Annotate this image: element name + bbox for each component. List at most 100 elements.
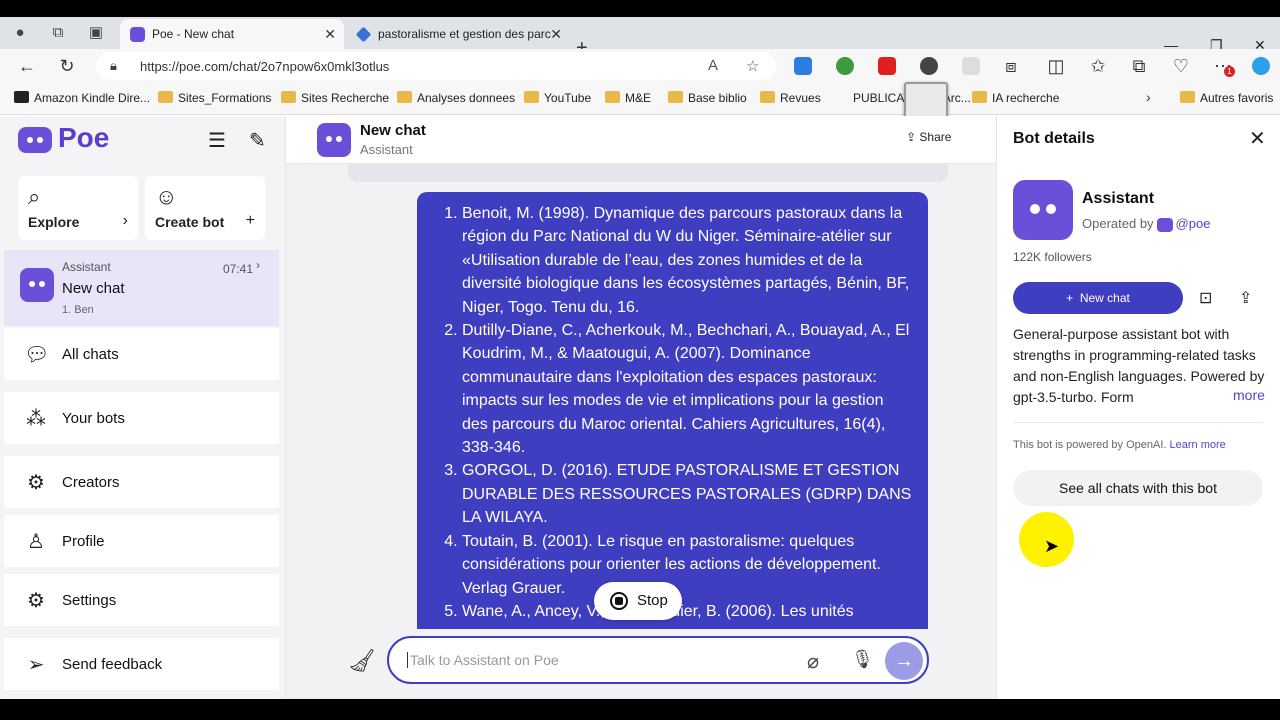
input-placeholder[interactable]: Talk to Assistant on Poe	[407, 652, 559, 668]
folder-icon	[972, 91, 987, 103]
close-tab-icon[interactable]: ✕	[550, 19, 562, 49]
attach-icon[interactable]: ⌀	[807, 649, 819, 674]
read-aloud-icon[interactable]: A	[708, 57, 718, 74]
back-icon[interactable]: ←	[16, 55, 38, 77]
bookmark-folder[interactable]: IA recherche	[972, 91, 1059, 105]
puzzle-icon[interactable]: ⧈	[1000, 55, 1022, 77]
nav-settings[interactable]: ⚙ Settings	[4, 574, 279, 630]
bookmark-folder[interactable]: Sites Recherche	[281, 91, 389, 105]
explore-tile[interactable]: ⌕ Explore ›	[18, 176, 138, 240]
bookmark-folder[interactable]: Base biblio	[668, 91, 747, 105]
nav-creators[interactable]: ⚙︎ Creators	[4, 456, 279, 512]
folder-icon	[158, 91, 173, 103]
create-bot-icon: ☺	[155, 184, 178, 209]
share-button[interactable]: ⇪ Share	[906, 130, 951, 144]
stop-button[interactable]: Stop	[594, 582, 682, 620]
nav-all-chats[interactable]: 💬︎ All chats	[4, 328, 279, 384]
extension-icon[interactable]	[920, 57, 938, 75]
chats-icon: 💬︎	[24, 344, 50, 366]
bookmark-item[interactable]: Amazon Kindle Dire...	[14, 91, 150, 105]
creators-icon: ⚙︎	[27, 472, 45, 494]
extension-icon[interactable]	[878, 57, 896, 75]
extension-icon[interactable]	[962, 57, 980, 75]
operated-by-label: Operated by	[1082, 216, 1154, 231]
create-bot-tile[interactable]: ☺ Create bot +	[145, 176, 265, 240]
divider	[1013, 422, 1263, 423]
nav-send-feedback[interactable]: ➢ Send feedback	[4, 638, 279, 694]
workspaces-icon[interactable]: ⧉	[48, 23, 68, 43]
plus-icon: +	[245, 212, 255, 229]
nav-label: Your bots	[62, 410, 125, 427]
learn-more-link[interactable]: Learn more	[1170, 439, 1226, 451]
bookmark-folder[interactable]: M&E	[605, 91, 651, 105]
operator-handle[interactable]: @poe	[1176, 216, 1211, 231]
collections-icon[interactable]: ⧉	[1128, 55, 1150, 77]
favorite-star-icon[interactable]: ☆	[746, 57, 759, 75]
tab-strip: ● ⧉ ▣ Poe - New chat ✕ pastoralisme et g…	[0, 17, 1280, 59]
top-letterbox	[0, 0, 1280, 17]
bookmark-folder[interactable]: Autres favoris	[1180, 91, 1273, 105]
clear-context-icon[interactable]: 🧹︎	[348, 648, 376, 674]
close-tab-icon[interactable]: ✕	[324, 19, 336, 49]
explore-label: Explore	[28, 214, 80, 230]
reference-item: Benoit, M. (1998). Dynamique des parcour…	[462, 202, 912, 319]
folder-icon	[668, 91, 683, 103]
share-icon[interactable]: ⇪	[1239, 288, 1252, 308]
tab-poe[interactable]: Poe - New chat ✕	[120, 19, 344, 49]
plus-icon: +	[1066, 291, 1080, 305]
tab-actions-icon[interactable]: ▣	[86, 23, 106, 43]
nav-profile[interactable]: ♙ Profile	[4, 515, 279, 571]
tab-search[interactable]: pastoralisme et gestion des parc ✕	[346, 19, 570, 49]
folder-icon	[281, 91, 296, 103]
copilot-icon[interactable]	[1252, 57, 1270, 75]
screen: ● ⧉ ▣ Poe - New chat ✕ pastoralisme et g…	[0, 0, 1280, 720]
bookmark-folder[interactable]: YouTube	[524, 91, 591, 105]
profile-icon[interactable]: ●	[10, 23, 30, 43]
bookmark-item[interactable]: PUBLICATIONS Arc...	[833, 91, 971, 105]
bot-details-panel: Bot details ✕ Assistant Operated by @poe …	[996, 116, 1280, 699]
reference-list: Benoit, M. (1998). Dynamique des parcour…	[462, 202, 912, 623]
translate-extension-icon[interactable]	[794, 57, 812, 75]
url-text[interactable]: https://poe.com/chat/2o7npow6x0mkl3otlus	[140, 59, 389, 74]
bot-name: Assistant	[1082, 190, 1155, 207]
menu-icon[interactable]: ☰	[208, 128, 226, 153]
notification-badge: 1	[1224, 66, 1235, 77]
chat-bot-name: Assistant	[62, 260, 111, 274]
close-icon[interactable]: ✕	[1249, 126, 1266, 151]
more-link[interactable]: more	[1229, 387, 1265, 403]
see-all-chats-button[interactable]: See all chats with this bot	[1013, 470, 1263, 506]
new-chat-button[interactable]: + New chat	[1013, 282, 1183, 314]
create-bot-label: Create bot	[155, 214, 225, 230]
chat-title: New chat	[62, 280, 125, 297]
assistant-avatar-icon	[20, 268, 54, 302]
new-chat-compose-icon[interactable]: ✎	[249, 128, 266, 153]
address-bar[interactable]: 🔒︎ https://poe.com/chat/2o7npow6x0mkl3ot…	[96, 52, 776, 80]
diamond-favicon-icon	[355, 26, 372, 43]
bot-info-icon[interactable]: ⊡	[1199, 288, 1212, 308]
chevron-right-icon: ›	[122, 212, 128, 229]
stop-icon	[610, 592, 628, 610]
send-button[interactable]: →	[885, 642, 923, 680]
chat-title: New chat	[360, 122, 426, 139]
assistant-avatar-icon[interactable]	[317, 123, 351, 157]
bookmark-folder[interactable]: Analyses donnees	[397, 91, 515, 105]
reload-icon[interactable]: ↻	[56, 55, 78, 77]
nav-your-bots[interactable]: ⁂ Your bots	[4, 392, 279, 448]
chat-list-item-selected[interactable]: Assistant 07:41 › New chat 1. Ben	[4, 250, 279, 326]
performance-icon[interactable]: ♡	[1170, 55, 1192, 77]
bookmark-folder[interactable]: Revues	[760, 91, 821, 105]
chat-subtitle[interactable]: Assistant	[360, 142, 413, 157]
chevron-right-icon[interactable]: ›	[1146, 89, 1151, 105]
split-screen-icon[interactable]: ◫	[1045, 55, 1067, 77]
microphone-icon[interactable]: 🎙︎	[851, 649, 874, 670]
panel-title: Bot details	[1013, 130, 1095, 147]
bookmark-folder[interactable]: Sites_Formations	[158, 91, 271, 105]
favorites-icon[interactable]: ✩	[1087, 55, 1109, 77]
lock-icon[interactable]: 🔒︎	[110, 58, 117, 74]
profile-icon: ♙	[27, 531, 45, 553]
chat-main: New chat Assistant ⇪ Share Benoit, M. (1…	[286, 116, 996, 699]
previous-message-bubble	[348, 164, 948, 182]
message-input[interactable]: Talk to Assistant on Poe ⌀ 🎙︎ →	[387, 636, 929, 684]
folder-icon	[760, 91, 775, 103]
extension-icon[interactable]	[836, 57, 854, 75]
